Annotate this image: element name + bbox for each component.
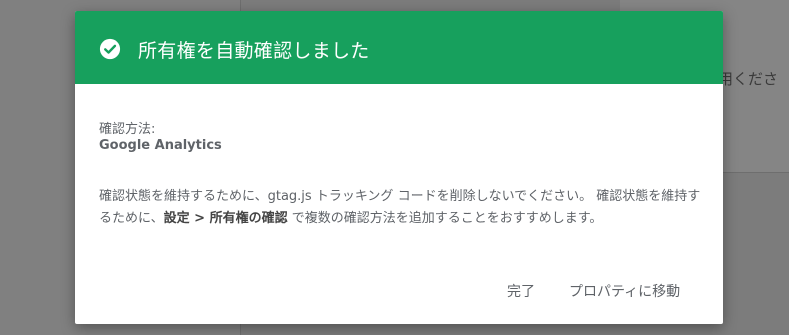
settings-path-text: 設定 > 所有権の確認 bbox=[163, 211, 288, 226]
dialog-description: 確認状態を維持するために、gtag.js トラッキング コードを削除しないでくだ… bbox=[99, 186, 705, 230]
verification-method-label: 確認方法: bbox=[99, 122, 156, 137]
go-to-property-button[interactable]: プロパティに移動 bbox=[563, 277, 686, 305]
done-button[interactable]: 完了 bbox=[501, 277, 541, 305]
dialog-header: 所有権を自動確認しました bbox=[75, 11, 723, 84]
verification-method-value: Google Analytics bbox=[99, 138, 222, 153]
check-circle-icon bbox=[99, 38, 121, 60]
verification-dialog: 所有権を自動確認しました 確認方法: Google Analytics 確認状態… bbox=[75, 11, 723, 324]
dialog-title: 所有権を自動確認しました bbox=[138, 40, 370, 62]
description-text-2: で複数の確認方法を追加することをおすすめします。 bbox=[287, 211, 603, 226]
background-text: 用くださ bbox=[718, 70, 779, 88]
